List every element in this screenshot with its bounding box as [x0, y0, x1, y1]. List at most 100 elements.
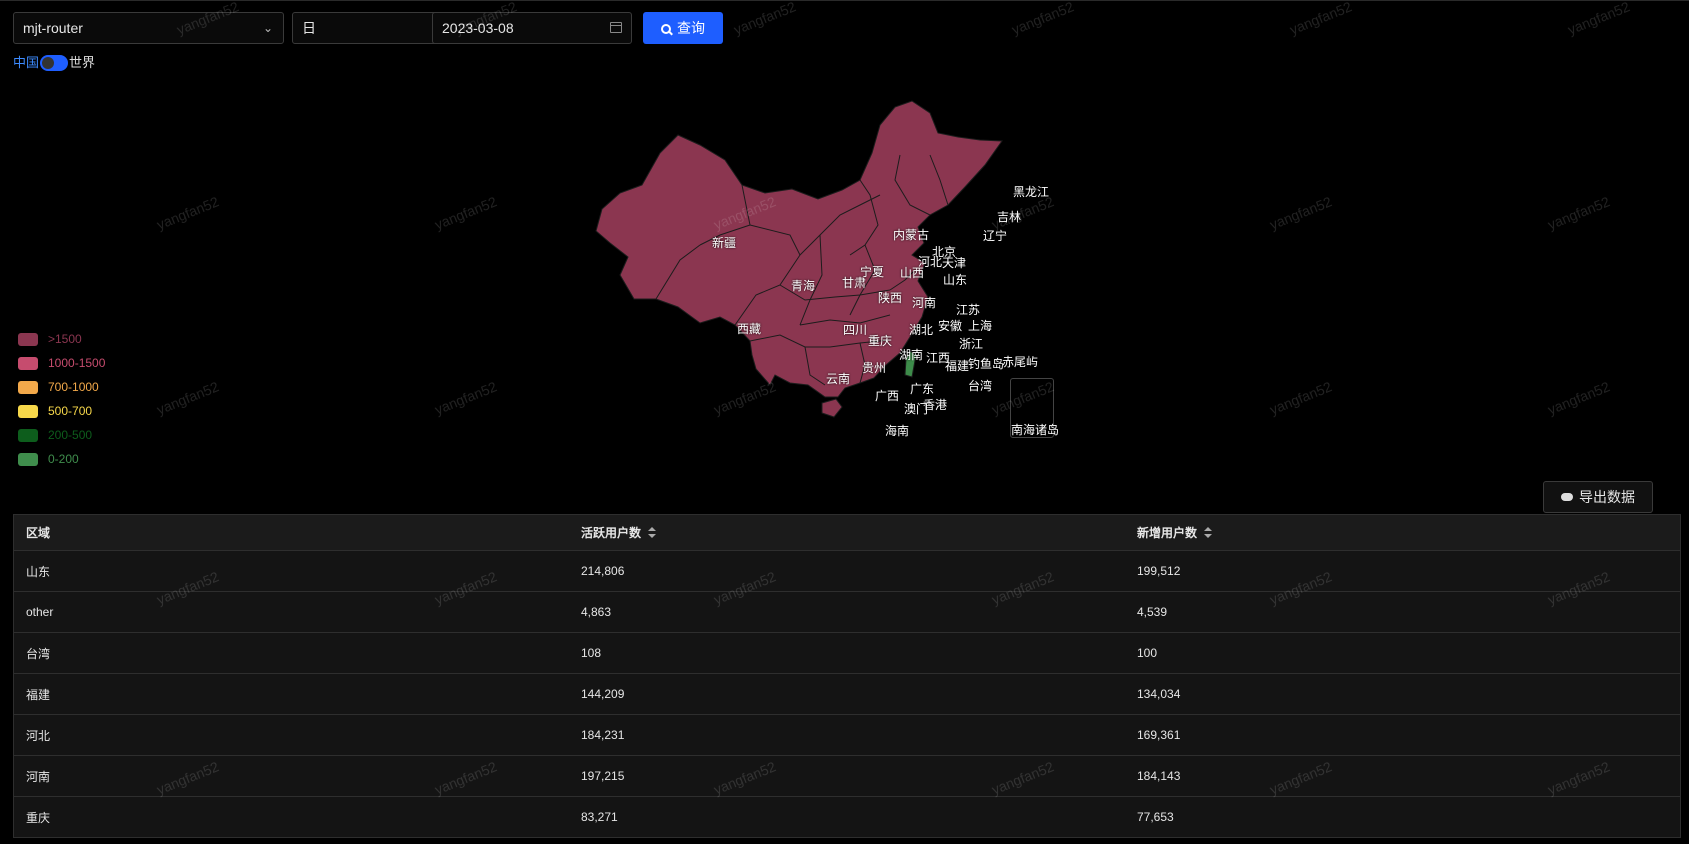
column-header-region: 区域 [26, 515, 50, 550]
top-divider [0, 0, 1689, 1]
watermark-text: yangfan52 [432, 378, 500, 418]
column-header-active-users[interactable]: 活跃用户数 [581, 515, 657, 550]
hainan-region[interactable] [821, 398, 843, 418]
province-label: 天津 [942, 256, 967, 270]
cell-region: 山东 [26, 564, 51, 579]
province-label: 广东 [910, 382, 935, 396]
cell-region: 福建 [26, 687, 51, 702]
watermark-text: yangfan52 [1267, 193, 1335, 233]
legend-label: 0-200 [48, 452, 79, 466]
province-label: 陕西 [878, 291, 903, 305]
province-label: 海南 [885, 424, 910, 438]
cell-new-users: 100 [1137, 646, 1158, 660]
province-label: 澳门 [904, 402, 929, 416]
province-label: 贵州 [862, 361, 887, 375]
legend-label: 500-700 [48, 404, 93, 418]
province-label: 辽宁 [983, 229, 1008, 243]
app-select[interactable]: mjt-router ⌄ [13, 12, 284, 44]
watermark-text: yangfan52 [731, 0, 799, 38]
province-label: 福建 [945, 359, 970, 373]
table-header-row: 区域 活跃用户数 新增用户数 [14, 515, 1680, 551]
province-label: 吉林 [997, 210, 1022, 224]
china-map[interactable]: 黑龙江 吉林 辽宁 内蒙古 新疆 北京 天津 河北 宁夏 山西 山东 青海 甘肃… [560, 85, 1120, 455]
province-label: 新疆 [712, 236, 737, 250]
date-picker[interactable]: 2023-03-08 [432, 12, 632, 44]
province-label: 浙江 [959, 337, 984, 351]
query-button[interactable]: 查询 [643, 12, 723, 44]
province-label: 黑龙江 [1013, 185, 1050, 199]
province-label: 青海 [791, 279, 816, 293]
table-row: other 4,863 4,539 [14, 592, 1680, 633]
cell-active-users: 144,209 [581, 687, 625, 701]
cell-region: 台湾 [26, 646, 51, 661]
province-label: 西藏 [737, 322, 762, 336]
cell-new-users: 4,539 [1137, 605, 1168, 619]
date-picker-value: 2023-03-08 [442, 20, 514, 36]
scope-switch[interactable] [40, 55, 69, 71]
table-row: 河南 197,215 184,143 [14, 756, 1680, 797]
sort-icon[interactable] [648, 527, 657, 538]
scope-toggle-row: 中国 世界 [13, 54, 95, 72]
legend-label: 700-1000 [48, 380, 99, 394]
watermark-text: yangfan52 [1267, 378, 1335, 418]
calendar-icon [610, 22, 622, 33]
column-header-new-users[interactable]: 新增用户数 [1137, 515, 1213, 550]
column-header-label: 区域 [26, 526, 51, 540]
province-label: 赤尾屿 [1002, 355, 1039, 369]
watermark-text: yangfan52 [1565, 0, 1633, 38]
column-header-label: 新增用户数 [1137, 526, 1198, 540]
watermark-text: yangfan52 [1287, 0, 1355, 38]
period-select[interactable]: 日 ⌄ [292, 12, 453, 44]
table-row: 重庆 83,271 77,653 [14, 797, 1680, 838]
cell-active-users: 184,231 [581, 728, 625, 742]
legend-label: 1000-1500 [48, 356, 106, 370]
export-data-button[interactable]: 导出数据 [1543, 481, 1653, 513]
period-select-value: 日 [302, 20, 316, 36]
export-data-label: 导出数据 [1579, 489, 1635, 505]
province-label: 湖南 [899, 348, 924, 362]
legend-label: 200-500 [48, 428, 93, 442]
legend-swatch [18, 405, 38, 418]
cell-region: 重庆 [26, 810, 51, 825]
legend-swatch [18, 381, 38, 394]
legend-swatch [18, 429, 38, 442]
cell-region: other [26, 605, 54, 619]
table-row: 河北 184,231 169,361 [14, 715, 1680, 756]
legend-label: >1500 [48, 332, 82, 346]
cell-active-users: 197,215 [581, 769, 625, 783]
cell-active-users: 4,863 [581, 605, 612, 619]
table-row: 山东 214,806 199,512 [14, 551, 1680, 592]
cell-active-users: 83,271 [581, 810, 618, 824]
cell-new-users: 134,034 [1137, 687, 1181, 701]
cell-active-users: 108 [581, 646, 602, 660]
query-button-label: 查询 [677, 20, 705, 36]
cell-new-users: 199,512 [1137, 564, 1181, 578]
province-label: 广西 [875, 389, 900, 403]
watermark-text: yangfan52 [154, 378, 222, 418]
province-label: 台湾 [968, 379, 993, 393]
legend-swatch [18, 453, 38, 466]
scope-china-label[interactable]: 中国 [13, 55, 39, 70]
cell-region: 河北 [26, 728, 51, 743]
province-label: 南海诸岛 [1011, 423, 1060, 437]
cloud-download-icon [1561, 493, 1573, 501]
table-row: 台湾 108 100 [14, 633, 1680, 674]
province-label: 内蒙古 [893, 228, 930, 242]
province-label: 云南 [826, 372, 851, 386]
province-label: 山西 [900, 266, 925, 280]
watermark-text: yangfan52 [1545, 193, 1613, 233]
app-select-value: mjt-router [23, 20, 83, 36]
watermark-text: yangfan52 [154, 193, 222, 233]
province-label: 江苏 [956, 303, 981, 317]
province-label: 山东 [943, 273, 968, 287]
cell-new-users: 184,143 [1137, 769, 1181, 783]
table-row: 福建 144,209 134,034 [14, 674, 1680, 715]
scope-world-label[interactable]: 世界 [69, 55, 95, 70]
watermark-text: yangfan52 [1009, 0, 1077, 38]
watermark-text: yangfan52 [432, 193, 500, 233]
province-label: 重庆 [868, 334, 893, 348]
cell-active-users: 214,806 [581, 564, 625, 578]
column-header-label: 活跃用户数 [581, 526, 642, 540]
region-user-table: 区域 活跃用户数 新增用户数 山东 214,806 199,512 other … [13, 514, 1681, 838]
sort-icon[interactable] [1204, 527, 1213, 538]
